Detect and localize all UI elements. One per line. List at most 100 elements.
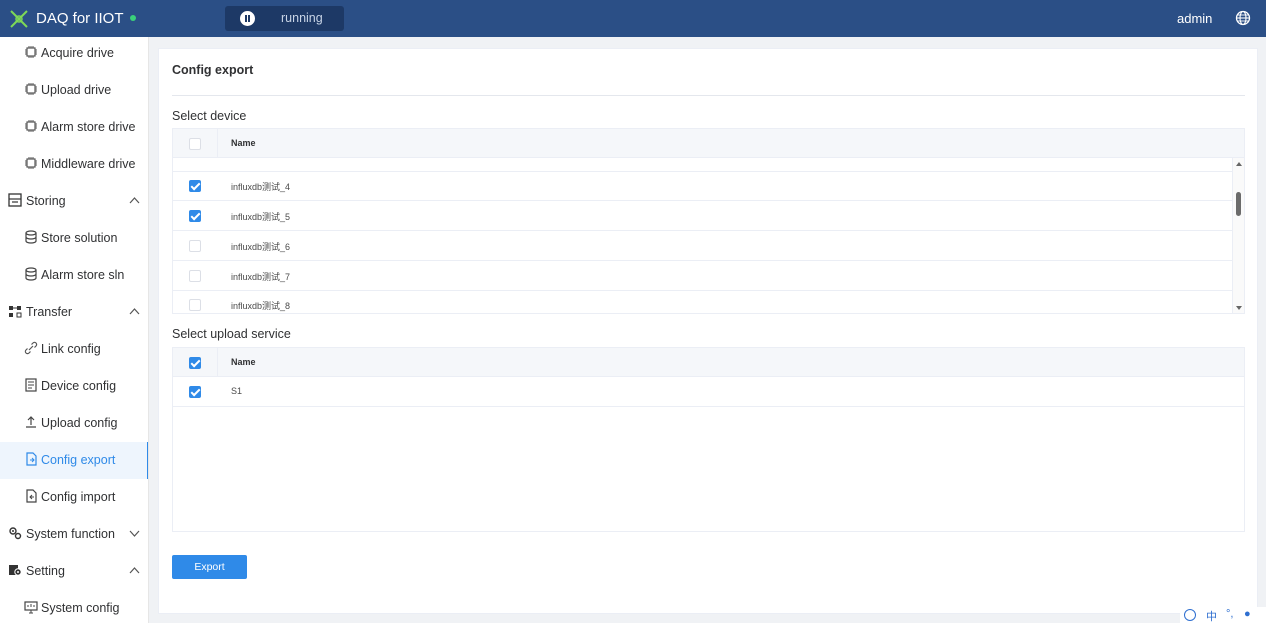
service-name: S1 xyxy=(231,386,243,396)
chevron-up-icon xyxy=(129,567,140,574)
chevron-up-icon xyxy=(129,197,140,204)
title-divider xyxy=(172,95,1245,96)
globe-icon[interactable] xyxy=(1235,10,1251,26)
settings-icon xyxy=(9,565,22,576)
row-checkbox[interactable] xyxy=(189,180,201,192)
sidebar-item-label: Storing xyxy=(26,194,66,208)
sidebar-item-device-config[interactable]: Device config xyxy=(0,368,148,405)
device-name: influxdb测试_4 xyxy=(231,182,291,192)
table-row-partial xyxy=(173,144,1244,172)
sidebar-item-label: System config xyxy=(41,601,120,615)
row-checkbox[interactable] xyxy=(189,270,201,282)
link-icon xyxy=(24,341,38,355)
table-row[interactable]: S1 xyxy=(173,377,1244,407)
sidebar-group-system-function[interactable]: System function xyxy=(0,516,148,553)
scroll-thumb[interactable] xyxy=(1236,192,1241,216)
device-table: Name influxdb测试_4 influxdb测试_5 influxdb测… xyxy=(172,128,1245,314)
ime-punct-icon[interactable]: °, xyxy=(1226,608,1233,620)
device-name: influxdb测试_8 xyxy=(231,301,291,311)
sidebar-item-label: Config export xyxy=(41,453,116,467)
scroll-up-icon[interactable] xyxy=(1236,162,1242,166)
ime-logo-icon[interactable] xyxy=(1184,609,1196,621)
sidebar-item-label: Alarm store sln xyxy=(41,268,125,282)
pause-icon[interactable] xyxy=(240,11,255,26)
sidebar-item-system-config[interactable]: System config xyxy=(0,590,148,623)
config-export-panel: Config export Select device Name influxd… xyxy=(158,48,1258,614)
row-checkbox[interactable] xyxy=(189,299,201,311)
sidebar-item-label: Upload drive xyxy=(41,83,112,97)
device-name: influxdb测试_6 xyxy=(231,242,291,252)
select-all-checkbox[interactable] xyxy=(189,357,201,369)
sidebar-item-upload-config[interactable]: Upload config xyxy=(0,405,148,442)
table-row[interactable]: influxdb测试_6 xyxy=(173,231,1244,261)
table-row[interactable]: influxdb测试_5 xyxy=(173,201,1244,231)
sidebar-item-alarm-store-drive[interactable]: Alarm store drive xyxy=(0,109,148,146)
storage-icon xyxy=(8,193,22,207)
user-menu[interactable]: admin xyxy=(1177,11,1212,26)
sidebar: Acquire drive Upload drive Alarm store d… xyxy=(0,37,149,623)
sidebar-item-acquire-drive[interactable]: Acquire drive xyxy=(0,37,148,72)
microphone-icon[interactable]: ● xyxy=(1244,608,1251,620)
row-checkbox[interactable] xyxy=(189,210,201,222)
logo-icon xyxy=(10,10,28,28)
database-icon xyxy=(25,267,37,281)
chevron-down-icon xyxy=(129,530,140,537)
sidebar-group-storing[interactable]: Storing xyxy=(0,183,148,220)
chevron-up-icon xyxy=(129,308,140,315)
device-name: influxdb测试_7 xyxy=(231,272,291,282)
sidebar-item-label: Setting xyxy=(26,564,65,578)
chip-icon xyxy=(25,120,37,132)
file-import-icon xyxy=(26,489,37,503)
device-table-scrollbar[interactable] xyxy=(1232,158,1244,313)
upload-section-label: Select upload service xyxy=(172,327,291,341)
column-header-name: Name xyxy=(231,357,256,367)
sidebar-item-alarm-store-sln[interactable]: Alarm store sln xyxy=(0,257,148,294)
page-title: Config export xyxy=(172,63,254,77)
device-section-label: Select device xyxy=(172,109,247,123)
sidebar-item-label: Transfer xyxy=(26,305,73,319)
sidebar-item-label: System function xyxy=(26,527,115,541)
upload-service-table: Name S1 xyxy=(172,347,1245,532)
sidebar-group-transfer[interactable]: Transfer xyxy=(0,294,148,331)
sidebar-item-middleware-drive[interactable]: Middleware drive xyxy=(0,146,148,183)
row-checkbox[interactable] xyxy=(189,386,201,398)
top-bar: DAQ for IIOT running admin xyxy=(0,0,1266,37)
sidebar-item-label: Upload config xyxy=(41,416,118,430)
sidebar-item-label: Alarm store drive xyxy=(41,120,136,134)
document-icon xyxy=(25,378,37,392)
status-indicator xyxy=(130,15,136,21)
sidebar-item-store-solution[interactable]: Store solution xyxy=(0,220,148,257)
sidebar-item-upload-drive[interactable]: Upload drive xyxy=(0,72,148,109)
sidebar-item-label: Link config xyxy=(41,342,101,356)
table-row[interactable]: influxdb测试_7 xyxy=(173,261,1244,291)
sidebar-item-config-import[interactable]: Config import xyxy=(0,479,148,516)
table-header: Name xyxy=(173,348,1244,377)
ime-mode[interactable]: 中 xyxy=(1206,608,1217,623)
app-title: DAQ for IIOT xyxy=(36,10,124,27)
table-row[interactable]: influxdb测试_4 xyxy=(173,171,1244,201)
database-icon xyxy=(25,230,37,244)
sidebar-item-label: Config import xyxy=(41,490,116,504)
chip-icon xyxy=(25,46,37,58)
sidebar-item-link-config[interactable]: Link config xyxy=(0,331,148,368)
gears-icon xyxy=(9,527,22,540)
sidebar-group-setting[interactable]: Setting xyxy=(0,553,148,590)
sidebar-item-config-export[interactable]: Config export xyxy=(0,442,148,479)
sidebar-item-label: Device config xyxy=(41,379,117,393)
sidebar-item-label: Middleware drive xyxy=(41,157,136,171)
sidebar-item-label: Acquire drive xyxy=(41,46,114,60)
file-export-icon xyxy=(26,452,37,466)
sidebar-item-label: Store solution xyxy=(41,231,118,245)
transfer-icon xyxy=(9,306,22,318)
scroll-down-icon[interactable] xyxy=(1236,306,1242,310)
chip-icon xyxy=(25,83,37,95)
device-name: influxdb测试_5 xyxy=(231,212,291,222)
chip-icon xyxy=(25,157,37,169)
table-row[interactable]: influxdb测试_8 xyxy=(173,291,1244,313)
run-toggle[interactable]: running xyxy=(225,6,344,31)
monitor-icon xyxy=(24,601,38,614)
export-button[interactable]: Export xyxy=(172,555,247,579)
upload-icon xyxy=(26,416,36,428)
ime-toolbar[interactable]: 中 °, ● xyxy=(1180,607,1266,623)
row-checkbox[interactable] xyxy=(189,240,201,252)
